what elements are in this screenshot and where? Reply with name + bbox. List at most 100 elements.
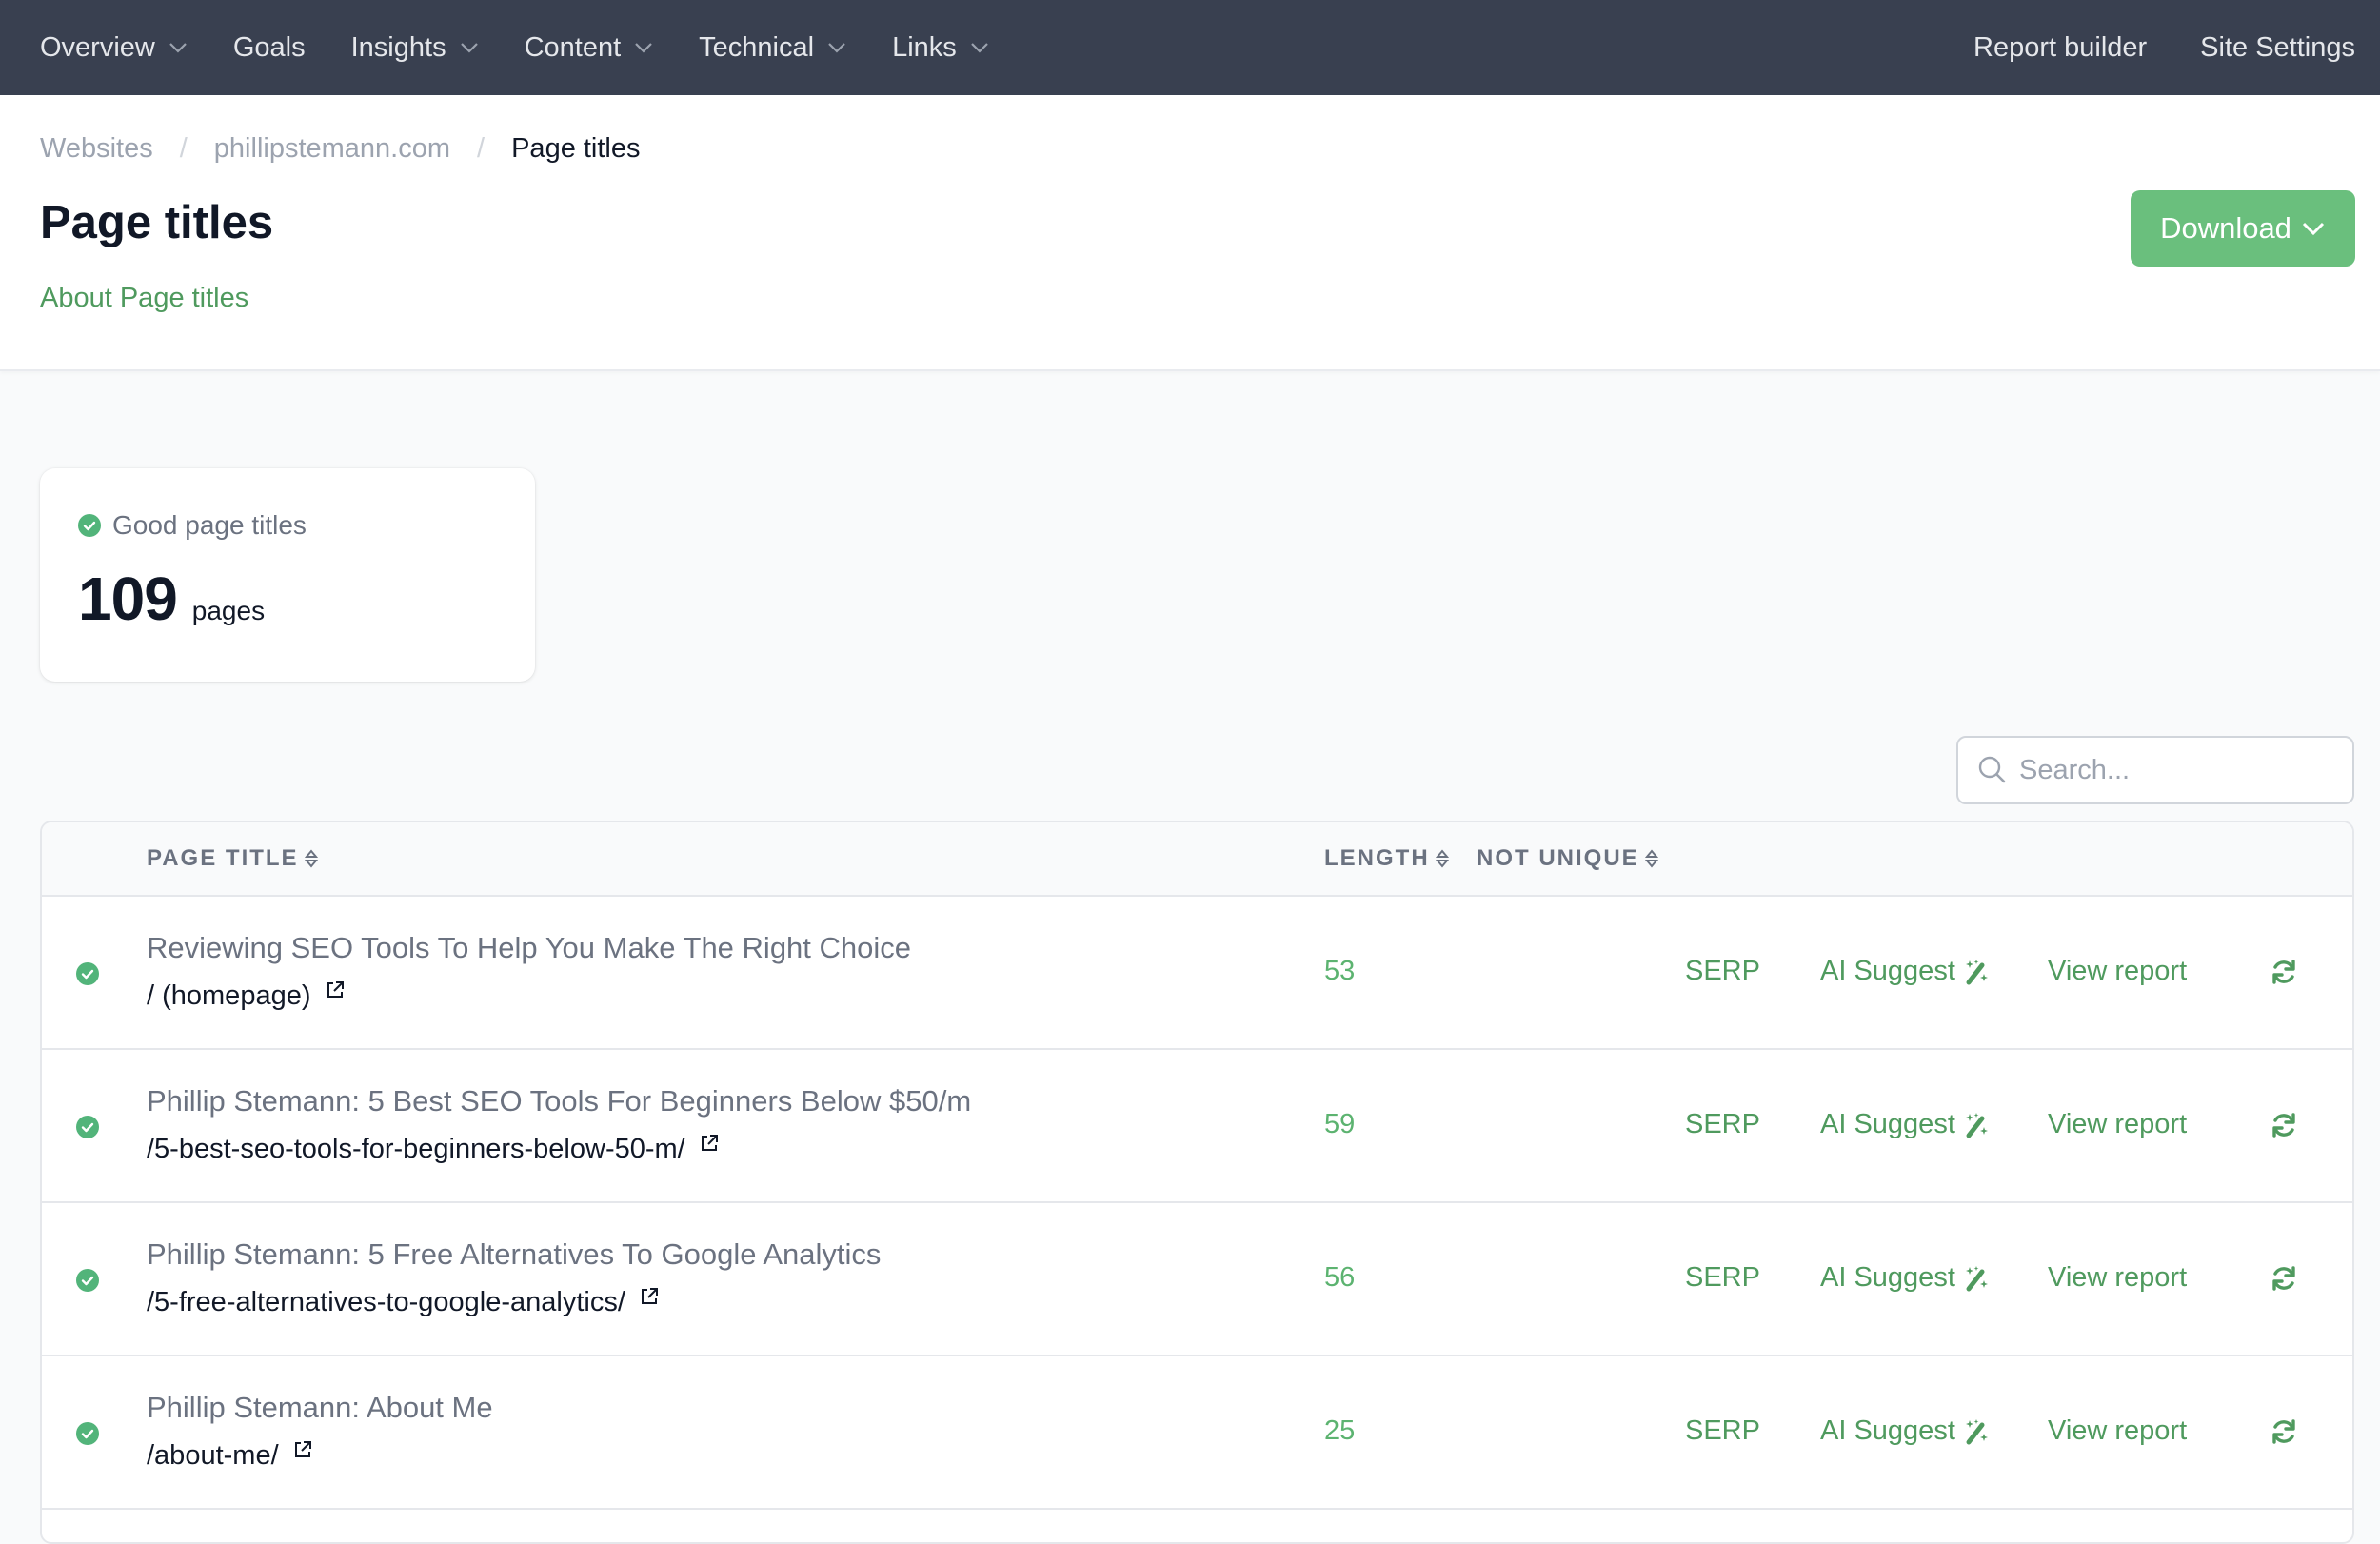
nav-item-goals[interactable]: Goals — [233, 32, 306, 64]
stat-value: 109 pages — [78, 564, 535, 634]
refresh-button[interactable] — [2270, 958, 2298, 986]
breadcrumb-separator: / — [179, 132, 188, 164]
column-header-page-title[interactable]: PAGE TITLE — [147, 845, 318, 872]
stat-label: Good page titles — [78, 510, 535, 541]
nav-item-content[interactable]: Content — [525, 32, 654, 64]
chevron-down-icon — [2302, 222, 2324, 236]
sort-icon — [1435, 849, 1449, 868]
ai-suggest-label: AI Suggest — [1820, 1415, 1955, 1446]
check-circle-icon — [78, 514, 101, 537]
nav-item-label: Report builder — [1973, 31, 2148, 63]
table-row: Phillip Stemann: About Me /about-me/ 25 … — [42, 1356, 2352, 1510]
check-circle-icon — [76, 1422, 99, 1445]
column-header-length[interactable]: LENGTH — [1324, 845, 1449, 872]
view-report-link[interactable]: View report — [2048, 1415, 2187, 1447]
chevron-down-icon — [828, 43, 845, 53]
column-header-label: NOT UNIQUE — [1477, 845, 1639, 871]
view-report-link[interactable]: View report — [2048, 956, 2187, 987]
stat-unit: pages — [191, 596, 266, 625]
breadcrumb-websites[interactable]: Websites — [40, 133, 153, 165]
row-url-link[interactable]: /5-best-seo-tools-for-beginners-below-50… — [147, 1134, 720, 1165]
refresh-icon — [2272, 1419, 2295, 1444]
download-button[interactable]: Download — [2131, 190, 2355, 267]
sort-icon — [304, 849, 318, 868]
serp-link[interactable]: SERP — [1685, 1262, 1760, 1294]
table-header: PAGE TITLE LENGTH NOT UNIQUE — [42, 822, 2352, 897]
nav-item-label: Insights — [350, 31, 446, 63]
nav-item-overview[interactable]: Overview — [40, 32, 188, 64]
row-page-title: Reviewing SEO Tools To Help You Make The… — [147, 931, 912, 964]
column-header-label: LENGTH — [1324, 845, 1430, 871]
ai-suggest-button[interactable]: AI Suggest — [1820, 1415, 1990, 1447]
ai-suggest-label: AI Suggest — [1820, 1109, 1955, 1139]
external-link-icon — [641, 1287, 658, 1304]
refresh-button[interactable] — [2270, 1417, 2298, 1446]
check-circle-icon — [76, 962, 99, 985]
ai-suggest-button[interactable]: AI Suggest — [1820, 1262, 1990, 1294]
row-url-link[interactable]: /5-free-alternatives-to-google-analytics… — [147, 1287, 660, 1318]
serp-link[interactable]: SERP — [1685, 956, 1760, 987]
about-page-titles-link[interactable]: About Page titles — [40, 283, 248, 314]
nav-item-label: Technical — [699, 31, 815, 63]
nav-item-report-builder[interactable]: Report builder — [1973, 32, 2147, 64]
top-navigation: Overview Goals Insights Content Technica… — [0, 0, 2380, 95]
row-page-title: Phillip Stemann: 5 Free Alternatives To … — [147, 1237, 882, 1271]
row-url-text: /about-me/ — [147, 1440, 279, 1471]
table-row: Phillip Stemann: 5 Best SEO Tools For Be… — [42, 1050, 2352, 1203]
row-page-title: Phillip Stemann: 5 Best SEO Tools For Be… — [147, 1084, 972, 1118]
ai-suggest-label: AI Suggest — [1820, 1262, 1955, 1293]
magic-wand-icon — [1965, 1418, 1988, 1444]
download-button-label: Download — [2160, 211, 2291, 245]
stat-label-text: Good page titles — [112, 510, 307, 540]
search-icon — [1978, 756, 2006, 783]
ai-suggest-label: AI Suggest — [1820, 956, 1955, 986]
row-length: 59 — [1324, 1109, 1356, 1139]
external-link-icon — [701, 1134, 718, 1151]
refresh-button[interactable] — [2270, 1111, 2298, 1139]
external-link-icon — [294, 1440, 311, 1457]
refresh-icon — [2272, 960, 2295, 984]
search-input[interactable] — [2019, 754, 2333, 786]
page-titles-table: PAGE TITLE LENGTH NOT UNIQUE Reviewing S… — [40, 821, 2354, 1544]
serp-link[interactable]: SERP — [1685, 1415, 1760, 1447]
breadcrumb-separator: / — [477, 132, 486, 164]
row-page-title: Phillip Stemann: About Me — [147, 1391, 493, 1424]
check-circle-icon — [76, 1269, 99, 1292]
sort-icon — [1644, 849, 1658, 868]
chevron-down-icon — [169, 43, 187, 53]
row-url-text: /5-best-seo-tools-for-beginners-below-50… — [147, 1134, 685, 1164]
ai-suggest-button[interactable]: AI Suggest — [1820, 1109, 1990, 1140]
breadcrumb: Websites / phillipstemann.com / Page tit… — [40, 131, 2355, 166]
magic-wand-icon — [1965, 1112, 1988, 1138]
row-url-text: /5-free-alternatives-to-google-analytics… — [147, 1287, 625, 1317]
nav-item-links[interactable]: Links — [892, 32, 989, 64]
nav-item-technical[interactable]: Technical — [699, 32, 846, 64]
refresh-icon — [2272, 1266, 2295, 1291]
external-link-icon — [327, 980, 344, 998]
table-body: Reviewing SEO Tools To Help You Make The… — [42, 897, 2352, 1510]
nav-left: Overview Goals Insights Content Technica… — [40, 32, 1035, 64]
page-header: Websites / phillipstemann.com / Page tit… — [0, 95, 2380, 371]
breadcrumb-current: Page titles — [511, 132, 641, 164]
row-length: 53 — [1324, 956, 1356, 986]
table-row: Reviewing SEO Tools To Help You Make The… — [42, 897, 2352, 1050]
magic-wand-icon — [1965, 1265, 1988, 1291]
ai-suggest-button[interactable]: AI Suggest — [1820, 956, 1990, 987]
row-url-link[interactable]: /about-me/ — [147, 1440, 313, 1472]
view-report-link[interactable]: View report — [2048, 1262, 2187, 1294]
stat-number: 109 — [78, 564, 178, 633]
check-circle-icon — [76, 1116, 99, 1138]
serp-link[interactable]: SERP — [1685, 1109, 1760, 1140]
refresh-button[interactable] — [2270, 1264, 2298, 1293]
chevron-down-icon — [635, 43, 652, 53]
chevron-down-icon — [970, 43, 988, 53]
table-row: Phillip Stemann: 5 Free Alternatives To … — [42, 1203, 2352, 1356]
search-box — [1956, 736, 2354, 804]
row-url-link[interactable]: / (homepage) — [147, 980, 346, 1012]
nav-item-label: Overview — [40, 31, 155, 63]
nav-item-site-settings[interactable]: Site Settings — [2200, 32, 2355, 64]
breadcrumb-site[interactable]: phillipstemann.com — [214, 133, 450, 165]
nav-item-insights[interactable]: Insights — [351, 32, 479, 64]
view-report-link[interactable]: View report — [2048, 1109, 2187, 1140]
column-header-not-unique[interactable]: NOT UNIQUE — [1477, 845, 1658, 872]
